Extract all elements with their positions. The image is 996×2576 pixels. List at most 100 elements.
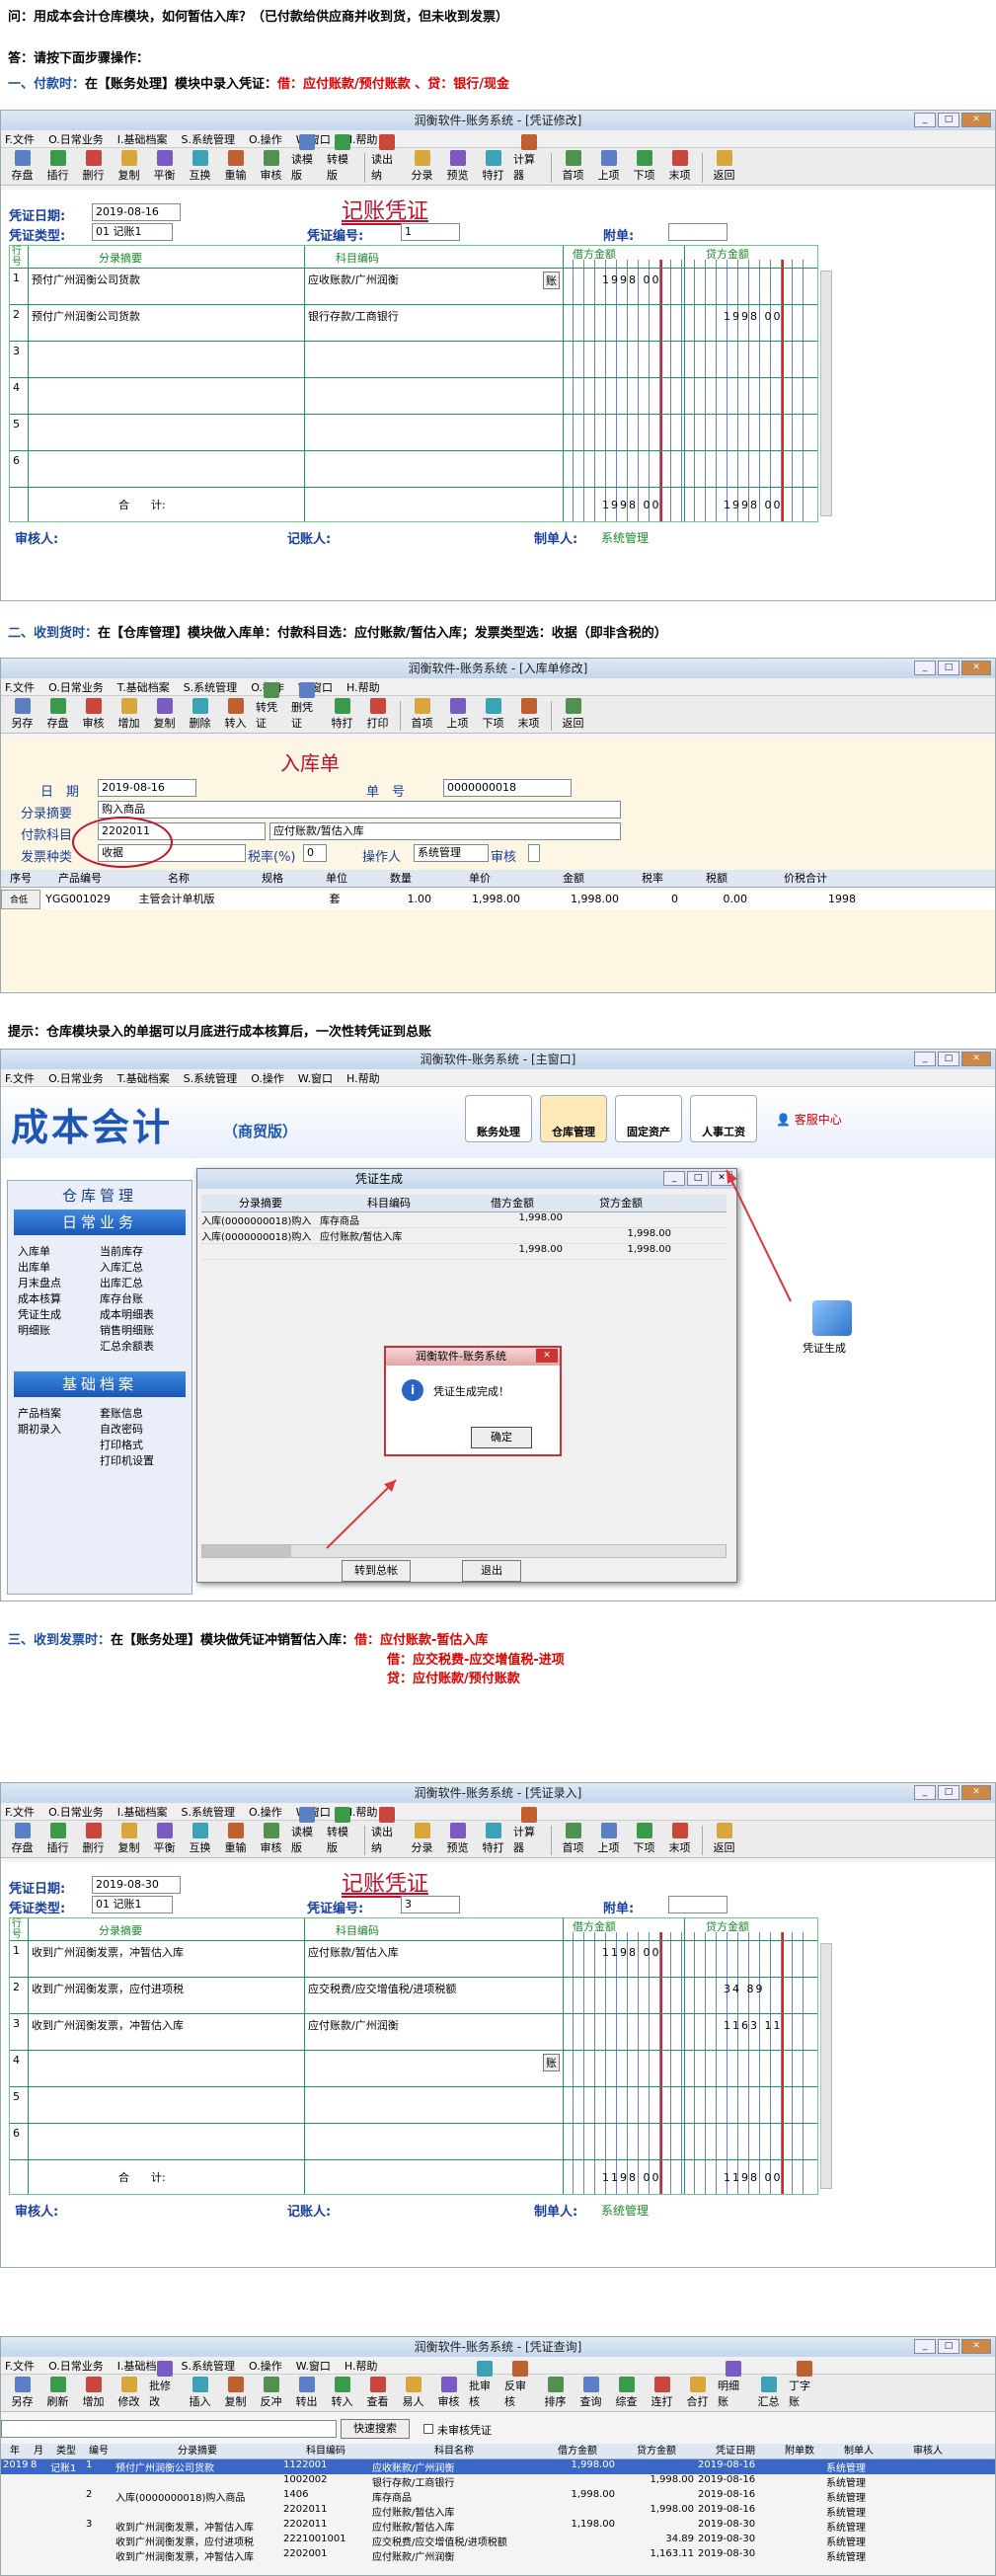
toolbar-button[interactable]: 删行 <box>78 150 109 183</box>
toolbar-button[interactable]: 修改 <box>114 2377 144 2409</box>
side-menu-item[interactable]: 套账信息 <box>100 1405 182 1421</box>
side-menu-item[interactable]: 当前库存 <box>100 1243 182 1259</box>
close-button[interactable]: ✕ <box>961 1785 991 1800</box>
row-acct[interactable]: 应收账款/广州润衡 <box>308 272 399 287</box>
toolbar-button[interactable]: 特打 <box>478 150 508 183</box>
row-summary[interactable]: 预付广州润衡公司货款 <box>32 272 140 287</box>
toolbar-button[interactable]: 审核 <box>256 150 286 183</box>
close-button[interactable]: ✕ <box>536 1349 558 1363</box>
toolbar-button[interactable]: 平衡 <box>149 1823 180 1855</box>
row-credit[interactable]: 1163 11 <box>724 2019 783 2032</box>
side-menu-item[interactable]: 期初录入 <box>18 1421 100 1437</box>
toolbar-button[interactable]: 首项 <box>407 698 437 731</box>
minimize-button[interactable]: _ <box>914 113 936 127</box>
acct-lookup-button[interactable]: 账 <box>543 2054 560 2071</box>
row-acct[interactable]: 应交税费/应交增值税/进项税额 <box>308 1981 456 1996</box>
row-summary[interactable]: 收到广州润衡发票，应付进项税 <box>32 1981 184 1996</box>
transfer-button[interactable]: 转到总帐 <box>342 1560 411 1582</box>
menu-item[interactable]: F.文件 <box>5 679 35 695</box>
module-tab[interactable]: 固定资产 <box>615 1095 682 1142</box>
toolbar-button[interactable]: 另存 <box>7 2377 38 2409</box>
maximize-button[interactable]: □ <box>687 1171 709 1186</box>
toolbar-button[interactable]: 下项 <box>629 1823 659 1855</box>
table-row[interactable]: 收到广州润衡发票，冲暂估入库 2202001 应付账款/广州润衡 1,163.11 20… <box>1 2548 995 2563</box>
toolbar-button[interactable]: 反审核 <box>504 2361 535 2409</box>
row-acct[interactable]: 银行存款/工商银行 <box>308 308 399 324</box>
side-menu-item[interactable]: 出库汇总 <box>100 1275 182 1290</box>
menu-item[interactable]: O.操作 <box>249 2358 282 2374</box>
menu-item[interactable]: F.文件 <box>5 1804 35 1820</box>
v-scrollbar[interactable] <box>820 1943 832 2189</box>
toolbar-button[interactable]: 刷新 <box>42 2377 73 2409</box>
summary-field[interactable]: 购入商品 <box>98 801 621 819</box>
search-button[interactable]: 快速搜索 <box>341 2419 410 2439</box>
menu-item[interactable]: S.系统管理 <box>182 131 235 147</box>
v-scrollbar[interactable] <box>820 271 832 516</box>
toolbar-button[interactable]: 插行 <box>42 1823 73 1855</box>
menu-item[interactable]: F.文件 <box>5 2358 35 2374</box>
toolbar-button[interactable]: 互换 <box>185 1823 215 1855</box>
toolbar-button[interactable]: 分录 <box>407 150 437 183</box>
type-select[interactable]: 01 记账1 <box>92 1896 173 1913</box>
row-summary[interactable]: 收到广州润衡发票，冲暂估入库 <box>32 1944 184 1960</box>
table-row[interactable]: 入库(0000000018)购入商品应付账款/暂估入库 1,998.00 <box>201 1228 727 1244</box>
side-menu-item[interactable]: 库存台账 <box>100 1290 182 1306</box>
row-summary[interactable]: 预付广州润衡公司货款 <box>32 308 140 324</box>
toolbar-button[interactable]: 上项 <box>593 150 624 183</box>
toolbar-button[interactable]: 预览 <box>442 150 473 183</box>
toolbar-button[interactable]: 丁字账 <box>789 2361 819 2409</box>
no-field[interactable]: 3 <box>401 1896 460 1913</box>
menu-item[interactable]: T.基础档案 <box>117 679 170 695</box>
side-menu-item[interactable]: 成本明细表 <box>100 1306 182 1322</box>
menu-item[interactable]: S.系统管理 <box>184 1070 237 1086</box>
toolbar-button[interactable]: 查看 <box>362 2377 393 2409</box>
close-button[interactable]: ✕ <box>961 2339 991 2354</box>
table-cell[interactable]: 1,998.00 <box>524 890 623 909</box>
ok-button[interactable]: 确定 <box>471 1427 532 1448</box>
unaudit-checkbox[interactable]: 未审核凭证 <box>423 2422 492 2438</box>
row-acct[interactable]: 应付账款/广州润衡 <box>308 2017 399 2033</box>
close-button[interactable]: ✕ <box>961 661 991 675</box>
maximize-button[interactable]: □ <box>938 661 959 675</box>
toolbar-button[interactable]: 合打 <box>682 2377 713 2409</box>
side-menu-item[interactable] <box>18 1452 100 1468</box>
maximize-button[interactable]: □ <box>938 1785 959 1800</box>
toolbar-button[interactable]: 读模版 <box>291 134 322 183</box>
h-scrollbar[interactable] <box>201 1544 727 1558</box>
toolbar-button[interactable]: 读出纳 <box>371 1807 402 1855</box>
minimize-button[interactable]: _ <box>914 1785 936 1800</box>
maximize-button[interactable]: □ <box>938 113 959 127</box>
toolbar-button[interactable]: 明细账 <box>718 2361 748 2409</box>
table-row[interactable]: 1002002 银行存款/工商银行 1,998.00 2019-08-16 系统管理 <box>1 2474 995 2489</box>
toolbar-button[interactable]: 返回 <box>709 150 739 183</box>
toolbar-button[interactable]: 易人 <box>398 2377 428 2409</box>
side-menu-item[interactable]: 入库汇总 <box>100 1259 182 1275</box>
toolbar-button[interactable]: 删行 <box>78 1823 109 1855</box>
side-menu-item[interactable]: 明细账 <box>18 1322 100 1338</box>
minimize-button[interactable]: _ <box>914 661 936 675</box>
toolbar-button[interactable]: 重输 <box>220 150 251 183</box>
billno-field[interactable]: 0000000018 <box>443 779 572 797</box>
table-row[interactable]: 3 收到广州润衡发票，冲暂估入库 2202011 应付账款/暂估入库 1,198.00 2… <box>1 2519 995 2534</box>
toolbar-button[interactable]: 存盘 <box>7 150 38 183</box>
maximize-button[interactable]: □ <box>938 2339 959 2354</box>
table-cell[interactable] <box>238 890 307 909</box>
row-summary[interactable]: 收到广州润衡发票，冲暂估入库 <box>32 2017 184 2033</box>
module-tab[interactable]: 账务处理 <box>465 1095 532 1142</box>
minimize-button[interactable]: _ <box>914 1052 936 1066</box>
date-field[interactable]: 2019-08-30 <box>92 1876 181 1894</box>
toolbar-button[interactable]: 转凭证 <box>256 682 286 731</box>
toolbar-button[interactable]: 上项 <box>442 698 473 731</box>
service-link[interactable]: 👤 客服中心 <box>776 1111 842 1128</box>
row-debit[interactable]: 1998 00 <box>602 273 661 286</box>
side-menu-item[interactable]: 打印机设置 <box>100 1452 182 1468</box>
att-field[interactable] <box>668 1896 728 1913</box>
menu-item[interactable]: O.日常业务 <box>48 131 104 147</box>
toolbar-button[interactable]: 读模版 <box>291 1807 322 1855</box>
menu-item[interactable]: O.日常业务 <box>48 1804 104 1820</box>
menu-item[interactable]: F.文件 <box>5 1070 35 1086</box>
side-menu-item[interactable]: 入库单 <box>18 1243 100 1259</box>
menu-item[interactable]: O.操作 <box>251 1070 284 1086</box>
table-cell[interactable]: 0 <box>623 890 682 909</box>
menu-item[interactable]: H.帮助 <box>346 679 380 695</box>
